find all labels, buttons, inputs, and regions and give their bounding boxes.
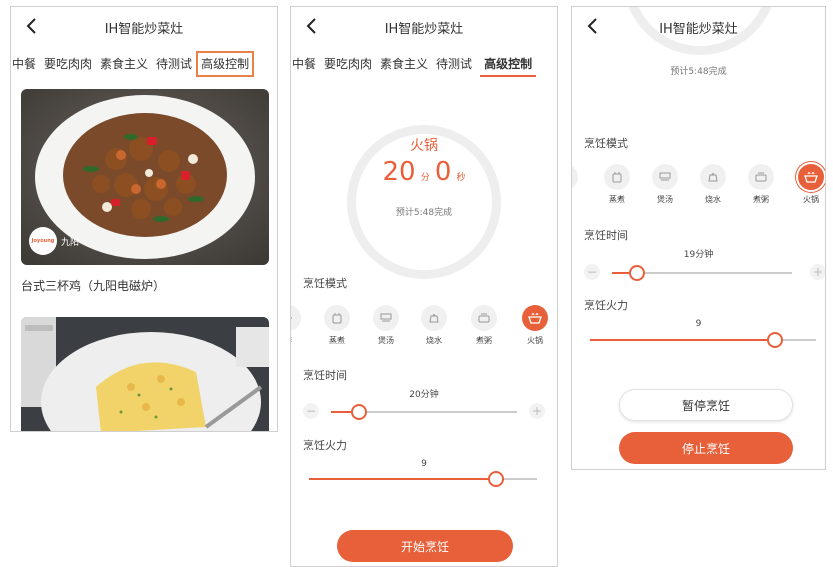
mode-boil-water[interactable]: 烧水 [415,305,453,346]
mode-label: 火锅 [803,195,819,204]
mode-label: 煲汤 [657,195,673,204]
steam-icon [604,164,630,190]
tab-testing[interactable]: 待测试 [152,51,196,77]
mode-fry[interactable]: 炸 [572,164,584,205]
pause-cooking-button[interactable]: 暂停烹饪 [619,389,793,421]
mode-steam[interactable]: 蒸煮 [598,164,636,205]
countdown-minutes: 20 [382,157,416,187]
time-slider-handle[interactable] [350,404,367,420]
mode-boil-water[interactable]: 烧水 [694,164,732,205]
page-title: IH智能炒菜灶 [384,22,464,37]
porridge-icon [748,164,774,190]
decrease-time-button[interactable]: − [584,264,600,280]
power-section-label: 烹饪火力 [303,439,347,452]
mode-section-label: 烹饪模式 [303,277,347,290]
mode-steam[interactable]: 蒸煮 [318,305,356,346]
start-cooking-button[interactable]: 开始烹饪 [337,530,513,562]
minute-unit: 分 [420,173,430,183]
mode-label: 炸 [572,194,584,205]
joyoung-logo-icon: Joyoung [29,227,57,255]
recipe-image[interactable]: Joyoung 九阳 [21,89,269,265]
selected-mode-name: 火锅 [410,138,438,154]
power-slider-handle[interactable] [487,471,504,487]
soup-pot-icon [373,305,399,331]
tab-advanced-control[interactable]: 高级控制 [480,51,537,77]
mode-selector: 炸 蒸煮 煲汤 烧水 煮粥 [291,305,557,357]
tab-testing[interactable]: 待测试 [432,51,476,77]
mode-porridge[interactable]: 煮粥 [465,305,503,346]
steam-icon [324,305,350,331]
tab-advanced-control[interactable]: 高级控制 [196,51,255,77]
countdown-seconds: 0 [434,157,452,187]
soup-pot-icon [652,164,678,190]
brand-badge: Joyoung 九阳 [29,227,79,255]
brand-name: 九阳 [61,237,80,248]
time-value: 19分钟 [683,250,714,260]
mode-label: 烧水 [426,336,442,345]
mode-label: 火锅 [527,336,543,345]
estimated-finish: 预计5:48完成 [670,67,727,77]
mode-label: 煲汤 [378,336,394,345]
mode-label: 蒸煮 [329,336,345,345]
time-section-label: 烹饪时间 [584,229,628,242]
power-value: 9 [421,459,427,469]
header: IH智能炒菜灶 [291,7,557,47]
porridge-icon [471,305,497,331]
page-title: IH智能炒菜灶 [659,22,738,37]
tab-meat[interactable]: 要吃肉肉 [40,51,96,77]
cooking-in-progress-screen: IH智能炒菜灶 预计5:48完成 烹饪模式 炸 蒸煮 煲汤 烧水 [571,6,826,470]
power-section-label: 烹饪火力 [584,299,628,312]
power-slider-fill [590,339,776,341]
decrease-time-button[interactable]: − [303,403,319,419]
increase-time-button[interactable]: + [529,403,545,419]
mode-fry[interactable]: 炸 [291,305,307,346]
category-tabs: 中餐 要吃肉肉 素食主义 待测试 高级控制 [291,51,557,81]
recipe-image-2[interactable] [21,317,269,431]
mode-soup[interactable]: 煲汤 [367,305,405,346]
second-unit: 秒 [456,173,466,183]
power-slider-handle[interactable] [767,332,784,348]
kettle-icon [700,164,726,190]
mode-porridge[interactable]: 煮粥 [742,164,780,205]
mode-label: 煮粥 [476,336,492,345]
tab-vegetarian[interactable]: 素食主义 [376,51,432,77]
time-slider-handle[interactable] [629,265,646,281]
mode-label: 煮粥 [753,195,769,204]
header: IH智能炒菜灶 [11,7,277,47]
tab-chinese[interactable]: 中餐 [291,51,320,77]
mode-selector: 炸 蒸煮 煲汤 烧水 煮粥 [572,164,825,216]
power-value: 9 [695,319,702,329]
time-value: 20分钟 [409,390,439,400]
hotpot-icon [798,164,824,190]
recipe-list-screen: IH智能炒菜灶 中餐 要吃肉肉 素食主义 待测试 高级控制 Joyoung 九阳… [10,6,278,432]
stop-cooking-button[interactable]: 停止烹饪 [619,432,793,464]
tab-meat[interactable]: 要吃肉肉 [320,51,376,77]
mode-label: 蒸煮 [609,195,625,204]
kettle-icon [421,305,447,331]
fry-icon [572,164,578,190]
mode-label: 烧水 [705,195,721,204]
mode-soup[interactable]: 煲汤 [646,164,684,205]
fry-icon [291,305,301,331]
mode-section-label: 烹饪模式 [584,137,628,150]
category-tabs: 中餐 要吃肉肉 素食主义 待测试 高级控制 [11,51,277,81]
recipe-title[interactable]: 台式三杯鸡（九阳电磁炉） [21,277,165,294]
page-title: IH智能炒菜灶 [104,22,184,37]
tab-vegetarian[interactable]: 素食主义 [96,51,152,77]
header: IH智能炒菜灶 [572,7,825,47]
countdown: 20 分 0 秒 [291,157,557,187]
advanced-control-screen: IH智能炒菜灶 中餐 要吃肉肉 素食主义 待测试 高级控制 火锅 20 分 0 … [290,6,558,567]
tab-chinese[interactable]: 中餐 [11,51,40,77]
mode-hotpot[interactable]: 火锅 [516,305,554,346]
hotpot-icon [522,305,548,331]
mode-label: 炸 [291,335,307,346]
power-slider-fill [309,478,496,480]
mode-hotpot[interactable]: 火锅 [792,164,825,205]
estimated-finish: 预计5:48完成 [395,208,453,218]
increase-time-button[interactable]: + [810,264,825,280]
time-section-label: 烹饪时间 [303,369,347,382]
